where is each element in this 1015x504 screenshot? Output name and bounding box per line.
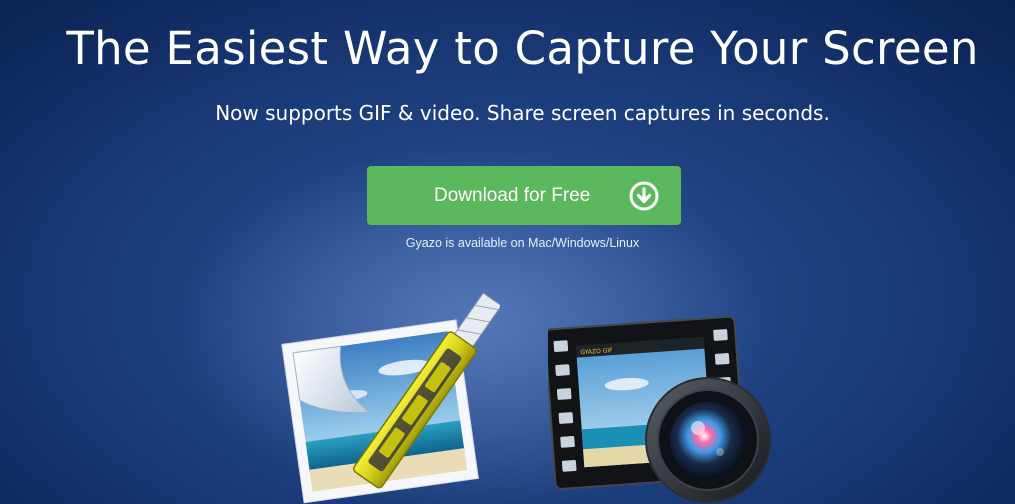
hero-section: The Easiest Way to Capture Your Screen N… bbox=[0, 0, 1015, 504]
page-subheadline: Now supports GIF & video. Share screen c… bbox=[215, 101, 830, 125]
download-arrow-icon bbox=[629, 181, 659, 211]
download-button-label: Download for Free bbox=[434, 185, 591, 206]
image-capture-cutter-icon bbox=[281, 292, 500, 504]
video-capture-camera-icon: GYAZO GIF bbox=[548, 315, 771, 503]
download-button[interactable]: Download for Free bbox=[367, 166, 681, 225]
page-headline: The Easiest Way to Capture Your Screen bbox=[66, 22, 979, 75]
platform-availability-text: Gyazo is available on Mac/Windows/Linux bbox=[405, 236, 640, 250]
